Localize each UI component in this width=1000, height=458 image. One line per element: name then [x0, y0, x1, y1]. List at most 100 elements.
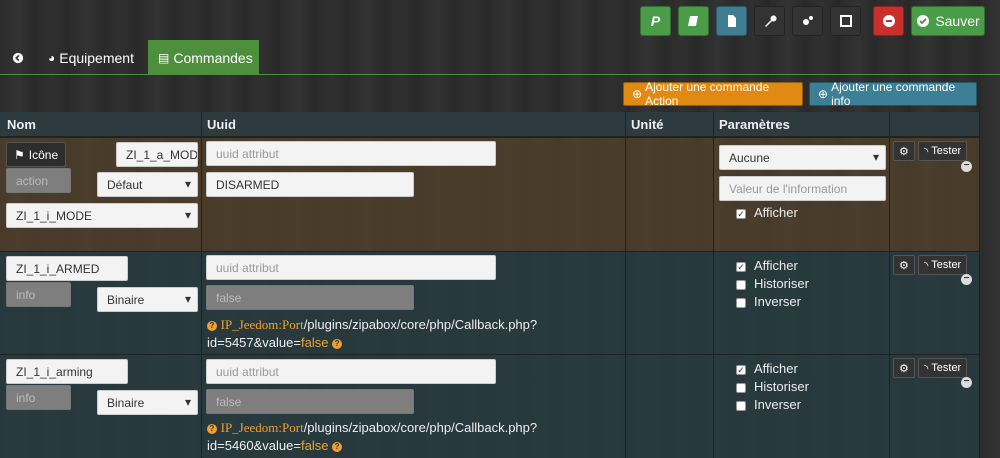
afficher-checkbox[interactable]: ✓: [736, 209, 746, 219]
remove-command-icon[interactable]: −: [961, 274, 972, 285]
back-tab[interactable]: [2, 40, 34, 75]
inverser-checkbox[interactable]: [736, 401, 746, 411]
url-query: id=5457&value=: [207, 335, 301, 350]
subtype-select[interactable]: Binaire: [97, 287, 198, 312]
callback-url: ? IP_Jeedom:Port/plugins/zipabox/core/ph…: [207, 316, 617, 352]
command-name-input[interactable]: ZI_1_i_ARMED: [6, 256, 128, 281]
save-button[interactable]: Sauver: [911, 6, 985, 36]
uuid-input[interactable]: uuid attribut: [206, 141, 496, 166]
info-value-input[interactable]: Valeur de l'information: [719, 176, 886, 201]
callback-url: ? IP_Jeedom:Port/plugins/zipabox/core/ph…: [207, 419, 617, 455]
test-label: Tester: [931, 362, 962, 374]
param-select[interactable]: Aucune: [719, 145, 886, 170]
minus-circle-icon: [882, 15, 895, 27]
remove-button[interactable]: [873, 6, 904, 36]
advanced-config-button[interactable]: ⚙: [893, 358, 915, 378]
command-type-field: action: [6, 168, 71, 193]
file-button[interactable]: [716, 6, 747, 36]
gears-icon: ⚙: [899, 145, 909, 158]
paypal-icon: P: [650, 13, 661, 29]
afficher-label: Afficher: [754, 361, 798, 376]
test-button[interactable]: ◝ Tester: [918, 141, 968, 161]
add-action-command-button[interactable]: ⊕ Ajouter une commande Action: [623, 80, 803, 108]
subtype-select[interactable]: Défaut: [97, 172, 198, 197]
add-info-label: Ajouter une commande info: [831, 80, 956, 108]
icon-button-label: Icône: [28, 147, 59, 162]
plus-circle-icon: ⊕: [818, 87, 829, 101]
url-token: IP_Jeedom:Port: [220, 420, 304, 435]
question-icon: ?: [207, 320, 217, 331]
afficher-label: Afficher: [754, 258, 798, 273]
remove-command-icon[interactable]: −: [961, 161, 972, 172]
dashboard-icon: ◕: [48, 50, 56, 65]
url-false: false: [300, 438, 329, 453]
command-type-field: info: [6, 282, 71, 307]
uuid-input[interactable]: uuid attribut: [206, 359, 496, 384]
column-divider: [889, 112, 890, 458]
documentation-button[interactable]: [678, 6, 709, 36]
historiser-label: Historiser: [754, 276, 809, 291]
remove-command-icon[interactable]: −: [961, 377, 972, 388]
advanced-config-button[interactable]: [792, 6, 823, 36]
header-nom: Nom: [7, 117, 36, 132]
rss-icon: ◝: [924, 362, 929, 375]
rss-icon: ◝: [924, 145, 929, 158]
save-label: Sauver: [935, 13, 980, 29]
column-divider: [201, 112, 202, 458]
afficher-checkbox[interactable]: ✓: [736, 262, 746, 272]
command-name-input[interactable]: ZI_1_a_MODI: [116, 142, 198, 167]
tab-commandes-label: Commandes: [173, 49, 253, 66]
header-unite: Unité: [631, 117, 664, 132]
historiser-checkbox[interactable]: [736, 383, 746, 393]
linked-info-select[interactable]: ZI_1_i_MODE: [6, 203, 198, 228]
expand-button[interactable]: [830, 6, 861, 36]
inverser-label: Inverser: [754, 397, 801, 412]
arrow-left-circle-icon: [12, 52, 24, 63]
test-button[interactable]: ◝ Tester: [918, 358, 968, 378]
afficher-label: Afficher: [754, 205, 798, 220]
file-icon: [727, 15, 736, 27]
afficher-checkbox[interactable]: ✓: [736, 365, 746, 375]
inverser-label: Inverser: [754, 294, 801, 309]
paypal-button[interactable]: P: [640, 6, 671, 36]
header-parametres: Paramètres: [719, 117, 790, 132]
advanced-config-button[interactable]: ⚙: [893, 255, 915, 275]
tab-commandes[interactable]: ▤ Commandes: [148, 40, 259, 75]
question-icon: ?: [207, 423, 217, 434]
tab-equipement-label: Equipement: [59, 49, 134, 66]
gears-icon: ⚙: [899, 362, 909, 375]
question-icon: ?: [332, 338, 343, 349]
tab-equipement[interactable]: ◕ Equipement: [38, 40, 144, 75]
configure-button[interactable]: [754, 6, 785, 36]
flag-icon: ⚑: [14, 147, 25, 162]
value-input[interactable]: DISARMED: [206, 172, 414, 197]
test-label: Tester: [931, 259, 962, 271]
historiser-checkbox[interactable]: [736, 280, 746, 290]
test-button[interactable]: ◝ Tester: [918, 255, 968, 275]
value-input: false: [206, 285, 414, 310]
list-icon: ▤: [158, 50, 170, 65]
question-icon: ?: [332, 441, 343, 452]
header-uuid: Uuid: [207, 117, 236, 132]
wrench-icon: [764, 15, 777, 27]
advanced-config-button[interactable]: ⚙: [893, 141, 915, 161]
book-icon: [687, 16, 698, 26]
gears-icon: [802, 16, 813, 25]
uuid-input[interactable]: uuid attribut: [206, 255, 496, 280]
row-divider: [0, 354, 980, 355]
choose-icon-button[interactable]: ⚑ Icône: [6, 142, 67, 167]
url-query: id=5460&value=: [207, 438, 301, 453]
test-label: Tester: [931, 145, 962, 157]
add-info-command-button[interactable]: ⊕ Ajouter une commande info: [809, 80, 977, 108]
table-header: [0, 112, 980, 137]
row-divider: [0, 137, 980, 138]
subtype-select[interactable]: Binaire: [97, 390, 198, 415]
url-path: /plugins/zipabox/core/php/Callback.php?: [303, 420, 538, 435]
rss-icon: ◝: [924, 259, 929, 272]
check-circle-icon: [917, 15, 930, 27]
inverser-checkbox[interactable]: [736, 298, 746, 308]
column-divider: [713, 112, 714, 458]
column-divider: [979, 112, 980, 458]
command-name-input[interactable]: ZI_1_i_arming: [6, 359, 128, 384]
command-type-field: info: [6, 385, 71, 410]
